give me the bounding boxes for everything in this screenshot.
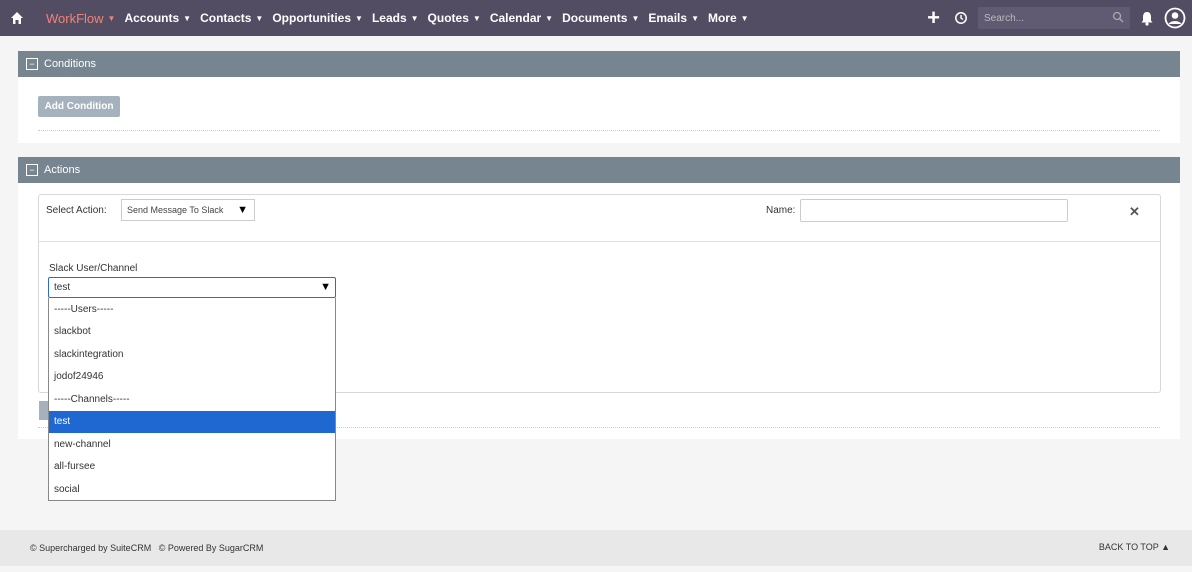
conditions-title: Conditions [44, 58, 96, 70]
nav-item-accounts[interactable]: Accounts ▼ [124, 11, 191, 25]
nav-item-label: Accounts [124, 11, 180, 25]
bell-icon[interactable] [1140, 11, 1154, 26]
chevron-down-icon: ▼ [410, 13, 419, 23]
bottom-strip [0, 566, 1192, 572]
nav-item-label: More [707, 11, 737, 25]
dropdown-option[interactable]: test [49, 410, 335, 433]
nav-item-more[interactable]: More ▼ [708, 11, 749, 25]
select-action-label: Select Action: [46, 205, 107, 216]
dropdown-option[interactable]: new-channel [49, 433, 335, 456]
chevron-down-icon: ▼ [472, 13, 481, 23]
name-field[interactable] [800, 199, 1068, 222]
nav-item-leads[interactable]: Leads ▼ [372, 11, 419, 25]
chevron-down-icon: ▼ [237, 204, 248, 216]
nav-item-label: Emails [648, 11, 688, 25]
divider [39, 241, 1160, 242]
slack-channel-select[interactable]: test ▼ [48, 277, 336, 298]
select-action-dropdown[interactable]: Send Message To Slack ▼ [121, 199, 255, 221]
plus-icon[interactable]: + [927, 7, 940, 29]
top-navbar: WorkFlow ▼ Accounts ▼ Contacts ▼ Opportunities… [0, 0, 1192, 36]
conditions-panel-body [18, 77, 1180, 143]
back-to-top-link[interactable]: BACK TO TOP ▲ [1099, 542, 1170, 552]
recent-icon[interactable] [954, 11, 968, 25]
slack-channel-label: Slack User/Channel [49, 263, 138, 274]
user-icon[interactable] [1164, 7, 1186, 29]
option-group-header: -----Users----- [54, 303, 114, 315]
dropdown-option[interactable]: social [49, 478, 335, 501]
chevron-down-icon: ▼ [320, 281, 331, 293]
chevron-down-icon: ▼ [355, 13, 363, 23]
conditions-panel-header[interactable]: − Conditions [18, 51, 1180, 77]
nav-item-documents[interactable]: Documents ▼ [562, 11, 639, 25]
dropdown-option[interactable]: all-fursee [49, 456, 335, 479]
nav-item-label: WorkFlow [46, 10, 104, 26]
nav-item-quotes[interactable]: Quotes ▼ [428, 11, 481, 25]
search-placeholder: Search... [984, 12, 1025, 24]
search-input[interactable]: Search... [978, 7, 1130, 29]
chevron-down-icon: ▼ [740, 13, 749, 23]
select-action-value: Send Message To Slack [127, 205, 224, 215]
chevron-down-icon: ▼ [691, 13, 699, 23]
nav-item-label: Quotes [427, 11, 469, 25]
nav-item-label: Leads [371, 11, 407, 25]
collapse-actions-icon[interactable]: − [26, 164, 38, 176]
nav-item-label: Contacts [200, 11, 252, 25]
search-icon[interactable] [1112, 11, 1124, 26]
nav-item-emails[interactable]: Emails ▼ [648, 11, 699, 25]
nav-item-opportunities[interactable]: Opportunities ▼ [272, 11, 363, 25]
footer: © Supercharged by SuiteCRM © Powered By … [0, 530, 1192, 566]
nav-item-label: Calendar [489, 11, 542, 25]
footer-credits: © Supercharged by SuiteCRM © Powered By … [30, 543, 264, 553]
slack-channel-value: test [54, 282, 71, 293]
nav-item-label: Opportunities [272, 11, 352, 25]
nav-item-contacts[interactable]: Contacts ▼ [200, 11, 263, 25]
chevron-down-icon: ▼ [545, 13, 554, 23]
nav-item-workflow[interactable]: WorkFlow ▼ [46, 11, 115, 26]
nav-item-label: Documents [562, 11, 628, 25]
name-label: Name: [766, 205, 796, 216]
chevron-down-icon: ▼ [183, 13, 192, 23]
remove-action-icon[interactable]: ✕ [1129, 204, 1140, 220]
actions-title: Actions [44, 164, 81, 176]
option-group-header: -----Channels----- [54, 393, 130, 405]
nav-item-calendar[interactable]: Calendar ▼ [490, 11, 553, 25]
add-condition-button[interactable]: Add Condition [38, 96, 120, 117]
dropdown-option[interactable]: slackbot [49, 321, 335, 344]
chevron-down-icon: ▼ [107, 13, 116, 23]
chevron-down-icon: ▼ [255, 13, 264, 23]
home-icon[interactable] [8, 9, 26, 27]
slack-channel-options: -----Users----- slackbot slackintegration j… [48, 298, 336, 501]
dropdown-option[interactable]: slackintegration [49, 343, 335, 366]
divider [38, 130, 1160, 131]
chevron-down-icon: ▼ [631, 13, 640, 23]
collapse-conditions-icon[interactable]: − [26, 58, 38, 70]
dropdown-option[interactable]: jodof24946 [49, 366, 335, 389]
actions-panel-header[interactable]: − Actions [18, 157, 1180, 183]
